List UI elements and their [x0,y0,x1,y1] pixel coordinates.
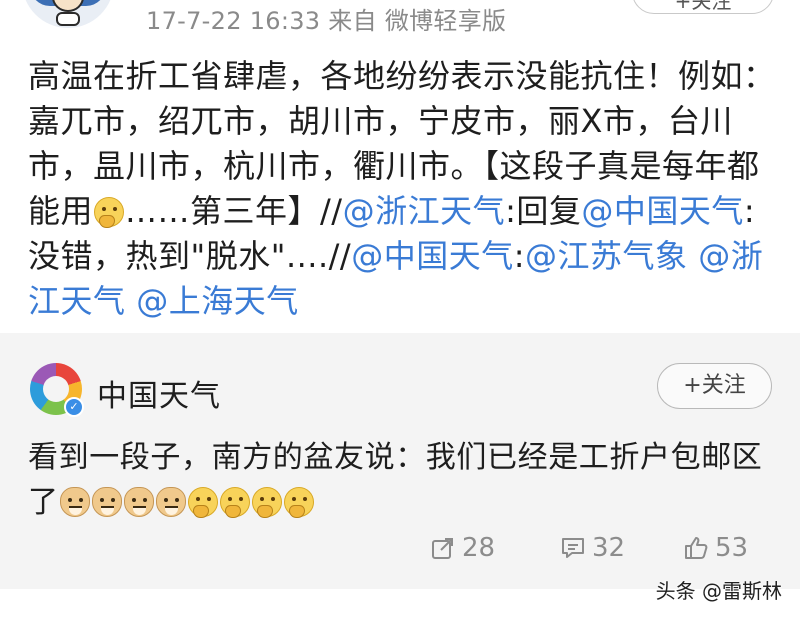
comment-icon [562,538,584,558]
post-text-segment [688,237,699,275]
thinking-emoji-icon [283,487,314,518]
original-post-card: 17-7-22 16:33 来自 微博轻享版 +关注 高温在折工省肆虐，各地纷纷… [0,0,800,333]
repost-button[interactable]: 28 [430,526,495,570]
thinking-emoji-icon [94,197,125,228]
repost-count: 28 [462,533,496,563]
doge-emoji-icon [59,487,90,517]
toutiao-watermark: 头条 @雷斯林 [655,579,782,603]
avatar-face [52,0,84,12]
follow-button[interactable]: +关注 [657,363,772,409]
post-text-segment: ……第三年】// [125,192,343,230]
retweet-card[interactable]: ✓ 中国天气 +关注 看到一段子，南方的盆友说：我们已经是工折户包邮区了 28 … [0,333,800,589]
post-text-segment: :回复 [505,192,582,230]
mention-link[interactable]: @中国天气 [351,237,514,275]
doge-emoji-icon [123,487,154,517]
doge-emoji-icon [91,487,122,517]
repost-icon [432,538,453,559]
like-button[interactable]: 53 [683,526,748,570]
mention-link[interactable]: @中国天气 [581,192,744,230]
retweet-author-name[interactable]: 中国天气 [97,371,221,415]
mention-link[interactable]: @江苏气象 [525,237,688,275]
avatar-collar [56,12,80,26]
thumbs-up-icon [685,537,708,559]
follow-button-top[interactable]: +关注 [632,0,774,14]
mention-link[interactable]: @上海天气 [136,282,299,320]
doge-emoji-icon [155,487,186,517]
verified-badge-icon: ✓ [64,397,84,417]
post-body: 高温在折工省肆虐，各地纷纷表示没能抗住！例如：嘉兀市，绍兀市，胡川市，宁皮市，丽… [28,54,780,324]
like-count: 53 [715,533,749,563]
action-bar: 28 32 53 [0,526,800,570]
thinking-emoji-icon [219,487,250,518]
comment-button[interactable]: 32 [560,526,625,570]
mention-link[interactable]: @浙江天气 [343,192,506,230]
thinking-emoji-icon [251,487,282,518]
post-text-segment: : [513,237,525,275]
retweet-emojis [59,485,315,520]
user-avatar[interactable] [22,0,114,28]
post-meta: 17-7-22 16:33 来自 微博轻享版 [146,7,507,35]
retweet-body: 看到一段子，南方的盆友说：我们已经是工折户包邮区了 [28,435,780,525]
thinking-emoji-icon [187,487,218,518]
post-text-segment [126,282,137,320]
comment-count: 32 [592,533,626,563]
